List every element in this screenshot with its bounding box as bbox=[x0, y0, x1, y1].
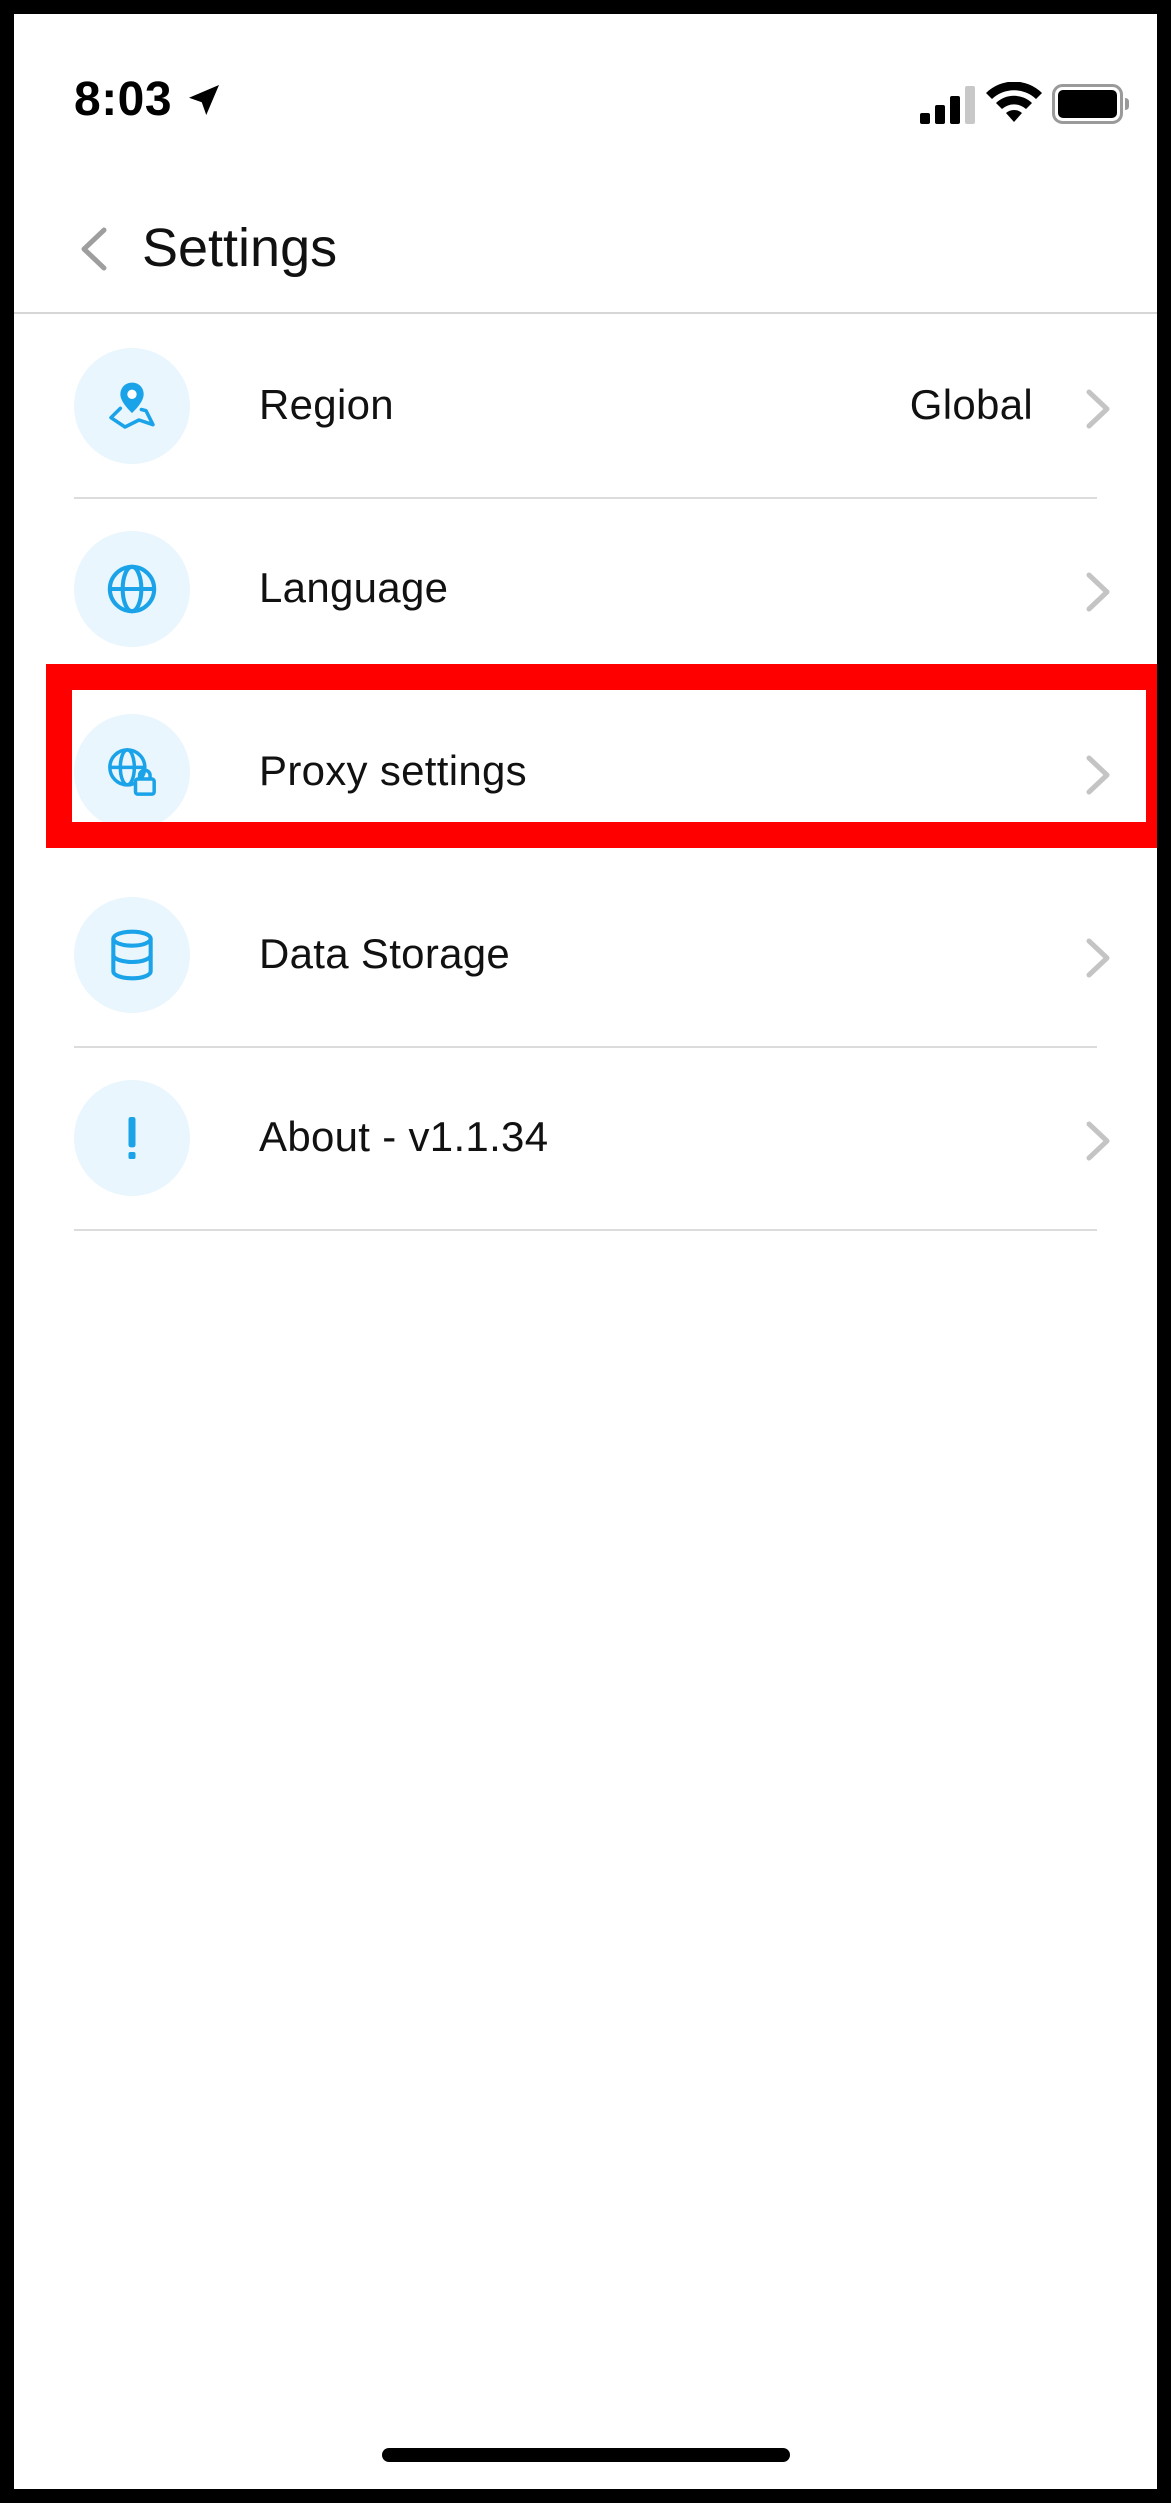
cellular-signal-icon bbox=[920, 86, 975, 124]
settings-row-region[interactable]: Region Global bbox=[14, 316, 1157, 499]
status-time: 8:03 bbox=[74, 73, 173, 126]
settings-row-about[interactable]: About - v1.1.34 bbox=[14, 1048, 1157, 1231]
about-label: About - v1.1.34 bbox=[259, 1113, 549, 1160]
chevron-right-icon bbox=[1086, 1121, 1110, 1161]
chevron-right-icon bbox=[1086, 389, 1110, 429]
region-value: Global bbox=[909, 381, 1033, 428]
chevron-right-icon bbox=[1086, 755, 1110, 795]
globe-icon bbox=[107, 564, 157, 614]
location-arrow-icon bbox=[189, 85, 219, 115]
globe-lock-icon bbox=[108, 748, 156, 796]
language-label: Language bbox=[259, 564, 449, 611]
settings-list: Region Global Language Proxy settings Da… bbox=[14, 316, 1157, 1231]
exclamation-icon bbox=[128, 1117, 136, 1159]
about-icon-circle bbox=[74, 1080, 190, 1196]
chevron-right-icon bbox=[1086, 938, 1110, 978]
region-label: Region bbox=[259, 381, 394, 428]
language-icon-circle bbox=[74, 531, 190, 647]
proxy-settings-label: Proxy settings bbox=[259, 747, 527, 794]
proxy-icon-circle bbox=[74, 714, 190, 830]
chevron-right-icon bbox=[1086, 572, 1110, 612]
map-pin-icon bbox=[109, 382, 155, 429]
status-bar: 8:03 bbox=[14, 14, 1157, 184]
data-storage-label: Data Storage bbox=[259, 930, 511, 977]
nav-header: Settings bbox=[14, 184, 1157, 314]
wifi-icon bbox=[986, 82, 1042, 122]
data-storage-icon-circle bbox=[74, 897, 190, 1013]
region-icon-circle bbox=[74, 348, 190, 464]
row-divider bbox=[74, 1229, 1097, 1231]
back-chevron-icon[interactable] bbox=[64, 214, 124, 284]
home-indicator[interactable] bbox=[382, 2448, 790, 2462]
database-icon bbox=[111, 929, 153, 981]
settings-row-data-storage[interactable]: Data Storage bbox=[14, 865, 1157, 1048]
page-title: Settings bbox=[142, 218, 338, 278]
settings-row-proxy[interactable]: Proxy settings bbox=[14, 682, 1157, 865]
settings-screen: 8:03 Settings Region Global Language Pro… bbox=[14, 14, 1157, 2489]
settings-row-language[interactable]: Language bbox=[14, 499, 1157, 682]
battery-icon bbox=[1052, 84, 1129, 124]
